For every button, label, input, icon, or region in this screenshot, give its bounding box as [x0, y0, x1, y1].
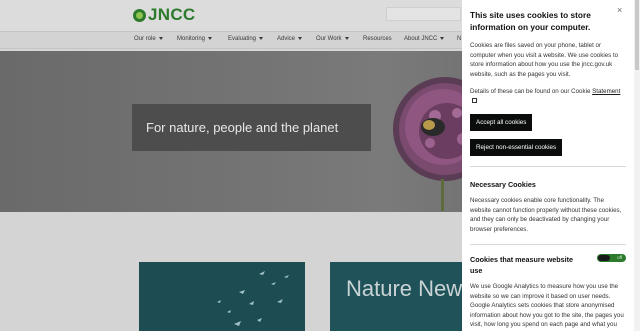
feature-card-birds[interactable] — [139, 262, 305, 331]
measure-cookies-heading: Cookies that measure website use — [470, 255, 574, 275]
cookie-title: This site uses cookies to store informat… — [470, 10, 591, 32]
jncc-logo[interactable]: JNCC — [133, 5, 196, 25]
divider — [470, 166, 626, 167]
hero-tagline-box: For nature, people and the planet — [132, 104, 371, 151]
panel-scrollbar-thumb[interactable] — [635, 0, 639, 70]
nav-item-resources[interactable]: Resources — [363, 36, 392, 42]
card-title-nature-news: Nature New — [346, 276, 463, 301]
logo-mark-icon — [133, 8, 146, 22]
cookie-consent-panel: × This site uses cookies to store inform… — [462, 0, 640, 331]
measure-cookies-row: Cookies that measure website use off — [470, 254, 626, 276]
nav-item-about-jncc[interactable]: About JNCC — [404, 36, 445, 42]
chevron-down-icon — [259, 36, 264, 40]
measure-cookies-text: We use Google Analytics to measure how y… — [470, 283, 624, 331]
feature-card-nature-news[interactable]: Nature New — [330, 262, 480, 331]
cookie-details: Details of these can be found on our Coo… — [470, 87, 626, 106]
chevron-down-icon — [298, 36, 303, 40]
birds-illustration — [217, 271, 289, 326]
nav-item-monitoring[interactable]: Monitoring — [177, 36, 213, 42]
chevron-down-icon — [208, 36, 213, 40]
chevron-down-icon — [344, 36, 349, 40]
nav-item-evaluating[interactable]: Evaluating — [228, 36, 264, 42]
nav-item-truncated[interactable]: N — [457, 36, 461, 42]
cookie-intro: Cookies are files saved on your phone, t… — [470, 42, 619, 78]
nav-item-our-role[interactable]: Our role — [134, 36, 163, 42]
analytics-cookies-toggle[interactable]: off — [597, 254, 626, 262]
necessary-cookies-heading: Necessary Cookies — [470, 180, 536, 189]
reject-non-essential-button[interactable]: Reject non-essential cookies — [470, 139, 563, 156]
nav-item-advice[interactable]: Advice — [277, 36, 303, 42]
external-link-icon — [472, 98, 477, 104]
hero-tagline: For nature, people and the planet — [146, 120, 339, 135]
logo-text: JNCC — [148, 5, 196, 24]
accept-all-cookies-button[interactable]: Accept all cookies — [470, 114, 533, 131]
necessary-cookies-text: Necessary cookies enable core functional… — [470, 197, 622, 233]
chevron-down-icon — [440, 36, 445, 40]
chevron-down-icon — [158, 36, 163, 40]
search-input[interactable] — [386, 7, 461, 21]
divider — [470, 244, 626, 245]
cookie-statement-link[interactable]: Statement — [592, 88, 620, 95]
nav-item-our-work[interactable]: Our Work — [316, 36, 349, 42]
